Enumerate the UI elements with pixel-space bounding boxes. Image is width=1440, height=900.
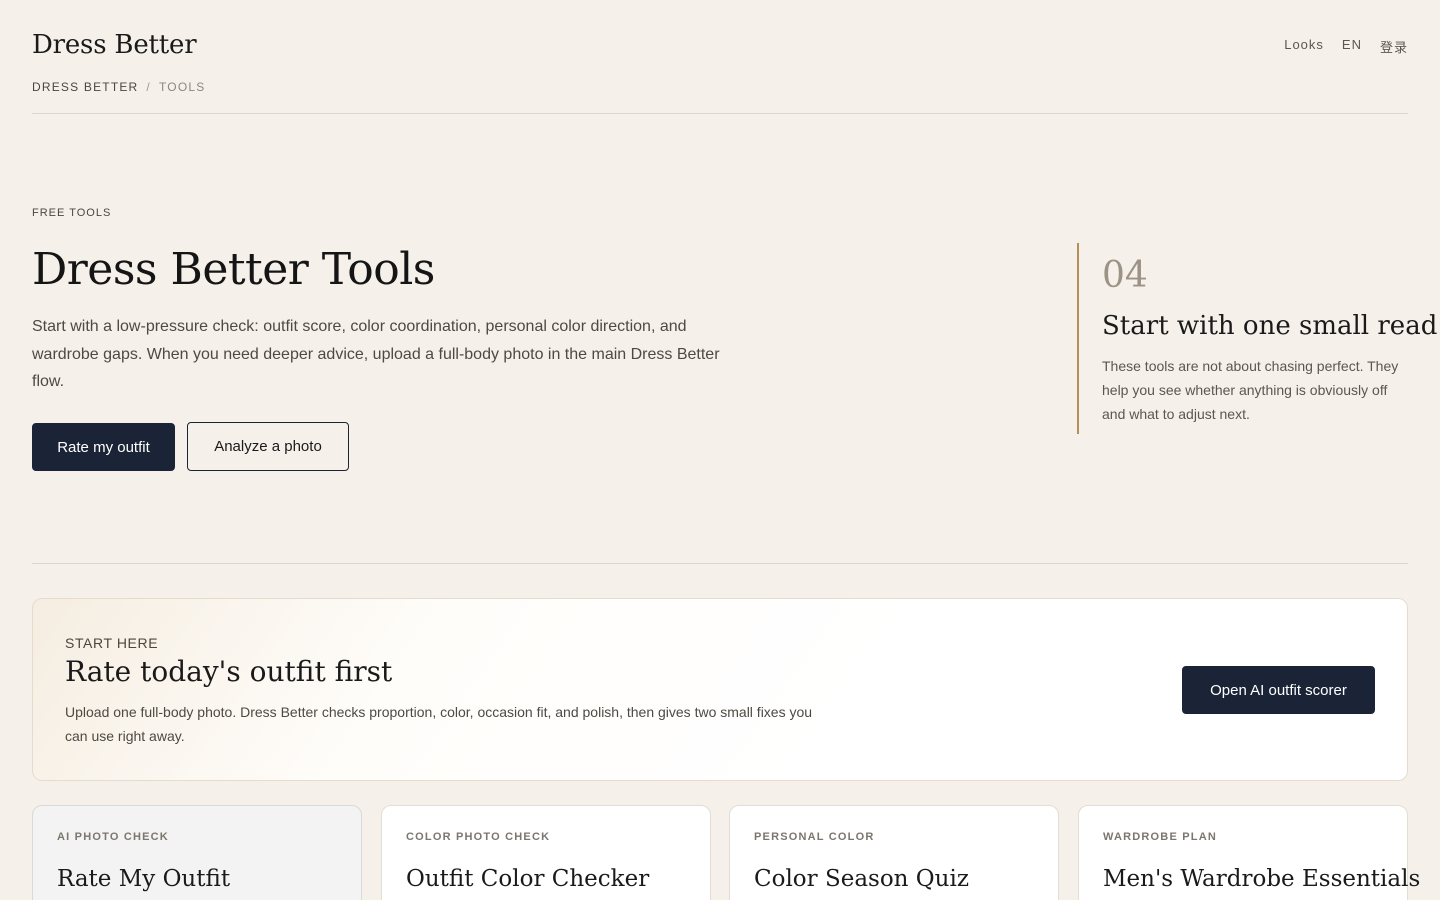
tool-eyebrow: WARDROBE PLAN — [1103, 831, 1217, 843]
breadcrumb-current: TOOLS — [158, 80, 206, 94]
top-nav: Looks EN 登录 — [1284, 37, 1408, 56]
tool-card-rate-my-outfit[interactable]: AI PHOTO CHECK Rate My Outfit — [32, 805, 362, 900]
rate-outfit-button[interactable]: Rate my outfit — [32, 423, 175, 471]
tool-eyebrow: AI PHOTO CHECK — [57, 831, 169, 843]
brand-logo[interactable]: Dress Better — [32, 30, 197, 60]
breadcrumb-separator: / — [146, 80, 151, 94]
hero-aside: 04 Start with one small read These tools… — [1077, 243, 1437, 434]
language-switch[interactable]: EN — [1342, 37, 1362, 56]
login-link[interactable]: 登录 — [1380, 37, 1408, 56]
hero-eyebrow: FREE TOOLS — [32, 207, 112, 219]
breadcrumb: DRESS BETTER / TOOLS — [32, 80, 205, 94]
open-ai-scorer-button[interactable]: Open AI outfit scorer — [1182, 666, 1375, 714]
start-here-card: START HERE Rate today's outfit first Upl… — [32, 598, 1408, 781]
aside-title: Start with one small read — [1102, 311, 1438, 341]
site-header: Dress Better Looks EN 登录 DRESS BETTER / … — [32, 0, 1408, 114]
tool-card-color-season-quiz[interactable]: PERSONAL COLOR Color Season Quiz — [729, 805, 1059, 900]
tool-card-outfit-color-checker[interactable]: COLOR PHOTO CHECK Outfit Color Checker — [381, 805, 711, 900]
breadcrumb-root[interactable]: DRESS BETTER — [32, 80, 138, 94]
section-divider — [32, 563, 1408, 564]
aside-description: These tools are not about chasing perfec… — [1102, 358, 1399, 422]
hero-description: Start with a low-pressure check: outfit … — [32, 318, 720, 390]
nav-looks-link[interactable]: Looks — [1284, 37, 1324, 56]
tool-title: Rate My Outfit — [57, 866, 231, 892]
tool-title: Color Season Quiz — [754, 866, 969, 892]
start-title: Rate today's outfit first — [65, 655, 393, 688]
start-description: Upload one full-body photo. Dress Better… — [65, 704, 813, 744]
tool-card-mens-wardrobe-essentials[interactable]: WARDROBE PLAN Men's Wardrobe Essentials — [1078, 805, 1420, 900]
aside-number: 04 — [1102, 255, 1148, 296]
page-title: Dress Better Tools — [32, 244, 435, 295]
start-eyebrow: START HERE — [65, 635, 159, 651]
tool-eyebrow: PERSONAL COLOR — [754, 831, 875, 843]
tool-title: Outfit Color Checker — [406, 866, 650, 892]
analyze-photo-button[interactable]: Analyze a photo — [187, 422, 349, 471]
tool-eyebrow: COLOR PHOTO CHECK — [406, 831, 551, 843]
tool-title: Men's Wardrobe Essentials — [1103, 866, 1421, 892]
